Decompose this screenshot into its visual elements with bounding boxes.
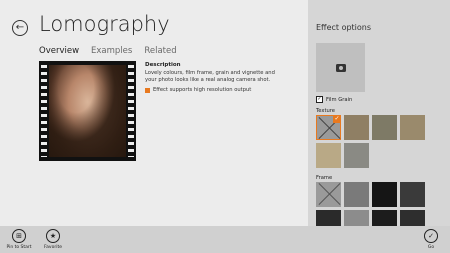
tab-overview[interactable]: Overview (39, 46, 79, 56)
description-heading: Description (145, 62, 181, 68)
frame-none-tile[interactable] (316, 182, 341, 207)
back-arrow-icon[interactable]: ← (12, 20, 28, 36)
texture-label: Texture (316, 108, 335, 114)
camera-source-button[interactable] (316, 43, 365, 92)
texture-tile-2[interactable] (372, 115, 397, 140)
texture-tile-4[interactable] (316, 143, 341, 168)
go-button[interactable]: ✓ Go (414, 229, 448, 250)
pin-label: Pin to Start (6, 245, 32, 250)
texture-none-tile[interactable]: ✓ (316, 115, 341, 140)
favorite-label: Favorite (44, 245, 62, 250)
checkmark-icon: ✓ (316, 96, 323, 103)
tab-related[interactable]: Related (144, 46, 176, 56)
hires-icon (145, 87, 150, 93)
tab-examples[interactable]: Examples (91, 46, 132, 56)
favorite-button[interactable]: ★ Favorite (36, 229, 70, 250)
pin-to-start-button[interactable]: ⊞ Pin to Start (2, 229, 36, 250)
frame-tile-3[interactable] (400, 182, 425, 207)
selected-check-icon: ✓ (333, 115, 341, 123)
texture-tile-5[interactable] (344, 143, 369, 168)
frame-tile-1[interactable] (344, 182, 369, 207)
go-label: Go (427, 245, 435, 250)
go-check-icon: ✓ (424, 229, 438, 243)
hires-note-label: Effect supports high resolution output (153, 87, 252, 93)
star-icon: ★ (46, 229, 60, 243)
film-sprocket-right (128, 65, 134, 157)
effect-preview-image (39, 61, 136, 161)
description-text: Lovely colours, film frame, grain and vi… (145, 70, 275, 83)
film-grain-checkbox[interactable]: ✓ Film Grain (316, 96, 352, 103)
frame-label: Frame (316, 175, 333, 181)
panel-title: Effect options (316, 23, 372, 32)
page-title: Lomography (39, 12, 170, 36)
camera-icon (335, 63, 346, 72)
frame-tile-2[interactable] (372, 182, 397, 207)
hires-note: Effect supports high resolution output (145, 87, 251, 93)
pin-icon: ⊞ (12, 229, 26, 243)
main-content: ← Lomography Overview Examples Related D… (0, 0, 308, 253)
film-sprocket-left (41, 65, 47, 157)
texture-tile-3[interactable] (400, 115, 425, 140)
film-grain-label: Film Grain (326, 96, 353, 103)
texture-tile-1[interactable] (344, 115, 369, 140)
tab-bar: Overview Examples Related (39, 46, 177, 56)
